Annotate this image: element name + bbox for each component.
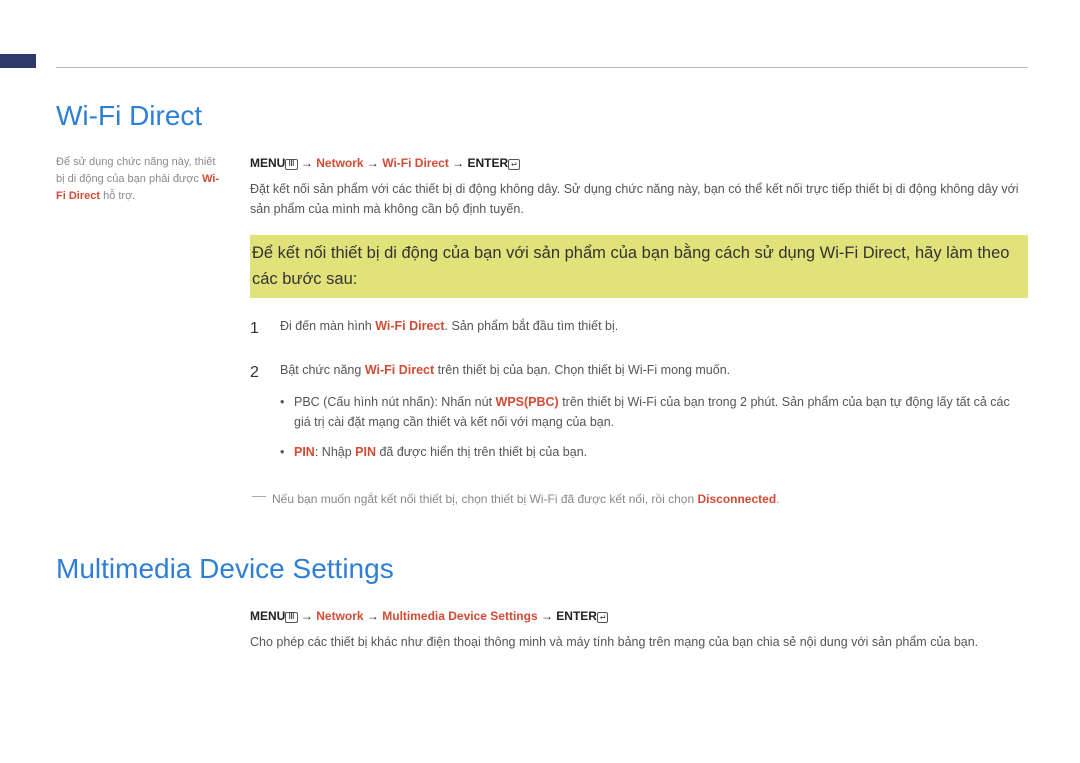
top-rule: [56, 67, 1028, 68]
section1-body: Đặt kết nối sản phẩm với các thiết bị di…: [250, 179, 1028, 219]
section2-body: Cho phép các thiết bị khác như điện thoạ…: [250, 632, 1028, 652]
sub2-red1: PIN: [294, 445, 315, 459]
nav-menu: MENU: [250, 156, 285, 170]
section2-row: MENUⅢ → Network → Multimedia Device Sett…: [56, 607, 1028, 668]
nav2-arrow3: →: [538, 609, 557, 623]
section1-note: Nếu bạn muốn ngắt kết nối thiết bị, chọn…: [252, 490, 1028, 509]
step2-sublist: PBC (Cấu hình nút nhấn): Nhấn nút WPS(PB…: [280, 392, 1028, 462]
nav2-menu: MENU: [250, 609, 285, 623]
step1-text: Đi đến màn hình Wi-Fi Direct. Sản phẩm b…: [280, 316, 1028, 342]
section1-sidenote: Để sử dụng chức năng này, thiết bị di độ…: [56, 154, 226, 509]
step2-text: Bật chức năng Wi-Fi Direct trên thiết bị…: [280, 360, 1028, 472]
sub2-post: đã được hiển thị trên thiết bị của bạn.: [376, 445, 587, 459]
sub1-red: WPS(PBC): [496, 395, 559, 409]
enter-icon: ↵: [508, 159, 519, 170]
menu-icon: Ⅲ: [285, 159, 297, 170]
note-dash-icon: [252, 496, 266, 497]
nav-n2: Wi-Fi Direct: [382, 156, 449, 170]
step1-number: 1: [250, 316, 264, 342]
nav-n1: Network: [316, 156, 363, 170]
nav-arrow2: →: [364, 156, 383, 170]
page-content: Wi-Fi Direct Để sử dụng chức năng này, t…: [56, 100, 1028, 708]
step2-post: trên thiết bị của bạn. Chọn thiết bị Wi-…: [434, 363, 730, 377]
sub-item-pbc: PBC (Cấu hình nút nhấn): Nhấn nút WPS(PB…: [280, 392, 1028, 432]
step2-pre: Bật chức năng: [280, 363, 365, 377]
menu-icon-2: Ⅲ: [285, 612, 297, 623]
nav2-n2: Multimedia Device Settings: [382, 609, 537, 623]
step-1: 1 Đi đến màn hình Wi-Fi Direct. Sản phẩm…: [250, 316, 1028, 342]
sub1-pre: PBC (Cấu hình nút nhấn): Nhấn nút: [294, 395, 496, 409]
nav2-enter: ENTER: [556, 609, 597, 623]
corner-decor: [0, 54, 36, 68]
sub2-red2: PIN: [355, 445, 376, 459]
step1-red: Wi-Fi Direct: [375, 319, 444, 333]
section2: Multimedia Device Settings MENUⅢ → Netwo…: [56, 553, 1028, 668]
sidenote-post: hỗ trợ.: [100, 190, 135, 202]
step2-red: Wi-Fi Direct: [365, 363, 434, 377]
step2-number: 2: [250, 360, 264, 472]
nav2-n1: Network: [316, 609, 363, 623]
nav2-arrow2: →: [364, 609, 383, 623]
nav-enter: ENTER: [467, 156, 508, 170]
section1-highlight: Để kết nối thiết bị di động của bạn với …: [250, 235, 1028, 298]
section2-main: MENUⅢ → Network → Multimedia Device Sett…: [250, 607, 1028, 668]
step-2: 2 Bật chức năng Wi-Fi Direct trên thiết …: [250, 360, 1028, 472]
note-post: .: [776, 492, 779, 506]
section2-nav-path: MENUⅢ → Network → Multimedia Device Sett…: [250, 607, 1028, 626]
note-red: Disconnected: [697, 492, 776, 506]
section1-title: Wi-Fi Direct: [56, 100, 1028, 132]
section1-nav-path: MENUⅢ → Network → Wi-Fi Direct → ENTER↵: [250, 154, 1028, 173]
note-pre: Nếu bạn muốn ngắt kết nối thiết bị, chọn…: [272, 492, 697, 506]
nav-arrow3: →: [449, 156, 468, 170]
nav2-arrow1: →: [298, 609, 317, 623]
step1-post: . Sản phẩm bắt đầu tìm thiết bị.: [445, 319, 619, 333]
sub-item-pin: PIN: Nhập PIN đã được hiển thị trên thiế…: [280, 442, 1028, 462]
sub2-mid: : Nhập: [315, 445, 355, 459]
section1-row: Để sử dụng chức năng này, thiết bị di độ…: [56, 154, 1028, 509]
step1-pre: Đi đến màn hình: [280, 319, 375, 333]
nav-arrow1: →: [298, 156, 317, 170]
enter-icon-2: ↵: [597, 612, 608, 623]
section2-title: Multimedia Device Settings: [56, 553, 1028, 585]
section2-sidenote-empty: [56, 607, 226, 668]
sidenote-pre: Để sử dụng chức năng này, thiết bị di độ…: [56, 156, 215, 185]
section1-main: MENUⅢ → Network → Wi-Fi Direct → ENTER↵ …: [250, 154, 1028, 509]
